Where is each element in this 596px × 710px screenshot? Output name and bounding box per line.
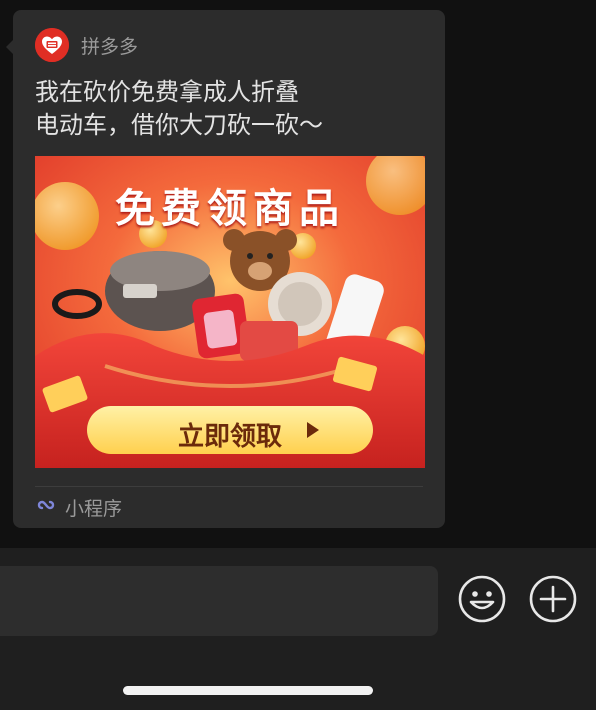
promo-image[interactable]: 免费领商品 立即领取 (35, 156, 425, 468)
emoji-icon[interactable] (457, 574, 507, 624)
promo-headline: 免费领商品 (115, 186, 345, 232)
plus-icon[interactable] (528, 574, 578, 624)
card-divider (35, 486, 423, 487)
mini-program-card[interactable]: 拼多多 我在砍价免费拿成人折叠 电动车，借你大刀砍一砍～ 免费领商品 立即领取 … (6, 10, 445, 528)
mini-program-label: 小程序 (65, 497, 123, 520)
card-footer: 小程序 (35, 494, 122, 520)
app-header: 拼多多 (35, 28, 138, 62)
previous-message-remnant (8, 0, 98, 4)
pinduoduo-logo-icon (35, 28, 69, 62)
message-input[interactable] (0, 566, 438, 636)
home-indicator[interactable] (123, 686, 373, 695)
promo-claim-button-label: 立即领取 (177, 422, 282, 452)
mini-program-icon (35, 494, 57, 520)
card-message: 我在砍价免费拿成人折叠 电动车，借你大刀砍一砍～ (35, 78, 323, 139)
app-name: 拼多多 (81, 35, 139, 58)
